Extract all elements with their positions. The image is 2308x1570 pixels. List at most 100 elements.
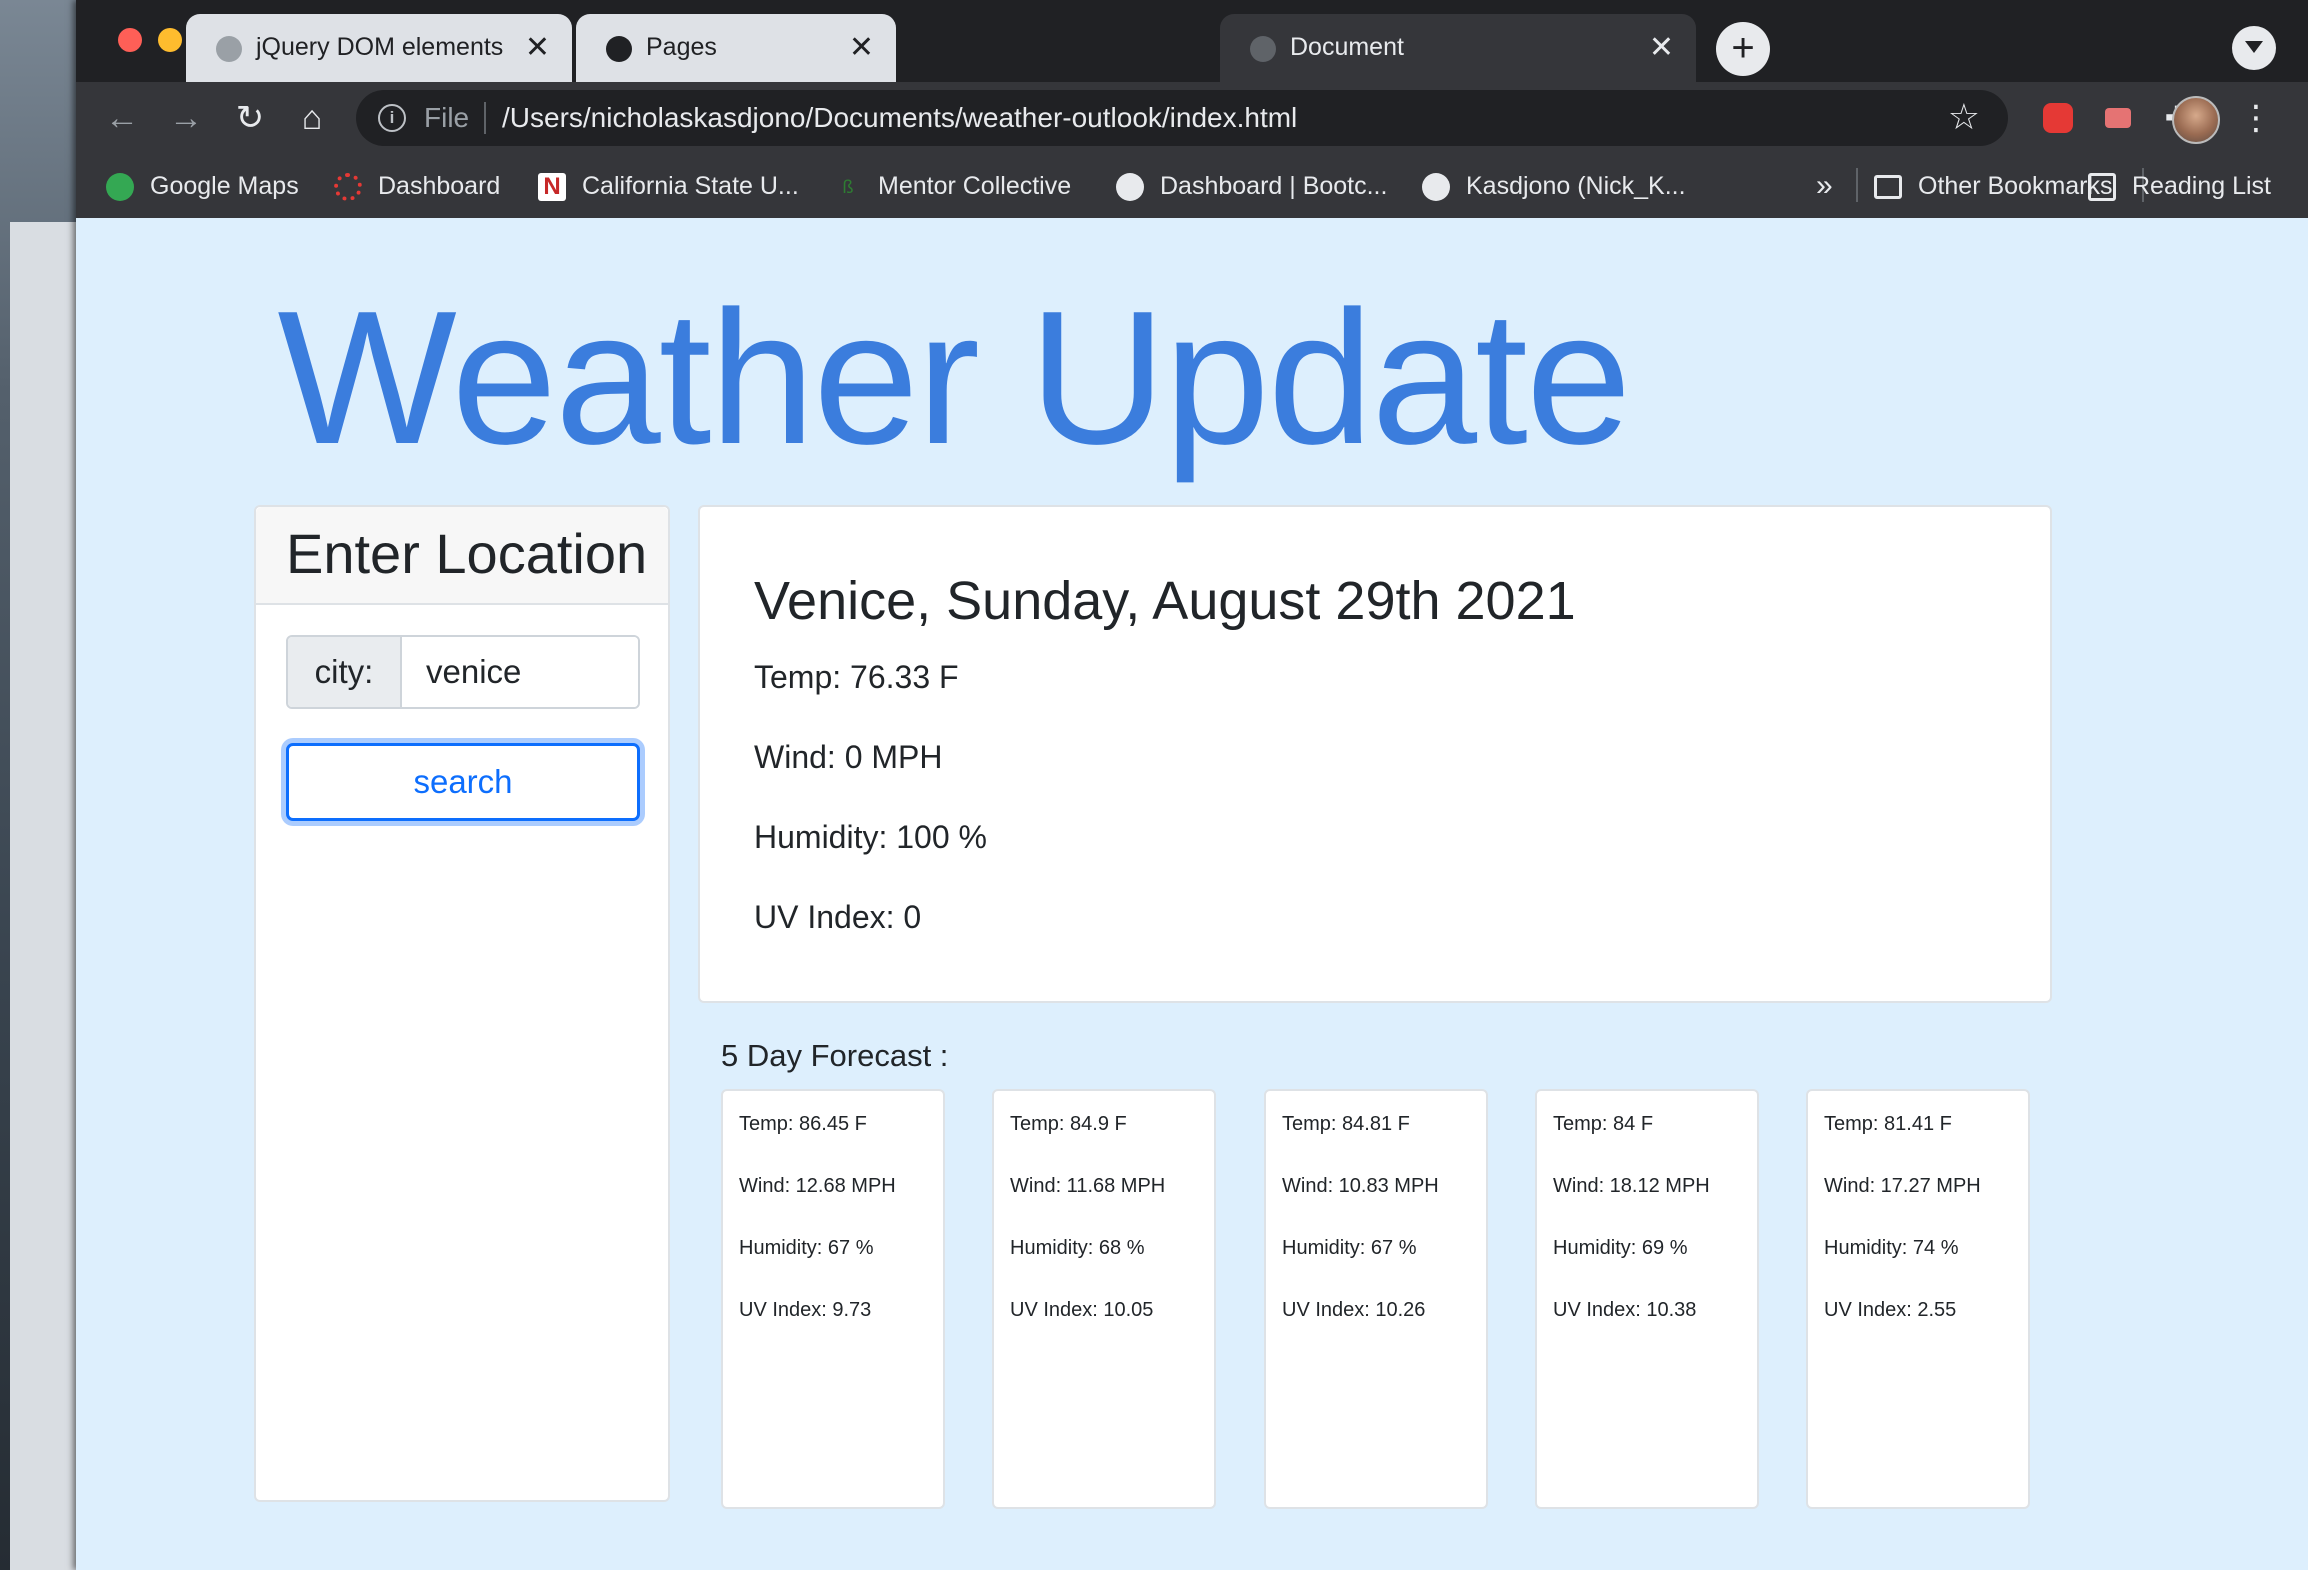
browser-toolbar: ← → ↻ ⌂ i File /Users/nicholaskasdjono/D… (76, 82, 2308, 154)
chevron-down-icon (2245, 41, 2263, 53)
globe-icon (1250, 36, 1276, 62)
forecast-humidity: Humidity: 69 % (1553, 1237, 1688, 1259)
forecast-temp: Temp: 86.45 F (739, 1113, 867, 1135)
background-window (10, 222, 78, 1570)
bookmarks-overflow-button[interactable]: » (1816, 166, 1833, 206)
bookmark-google-maps[interactable]: Google Maps (106, 166, 299, 206)
dashboard-icon (334, 173, 362, 202)
forecast-humidity: Humidity: 68 % (1010, 1237, 1145, 1259)
location-heading: Enter Location (286, 522, 648, 585)
forecast-card: Temp: 84 F Wind: 18.12 MPH Humidity: 69 … (1535, 1089, 1759, 1509)
bookmark-star-icon[interactable]: ☆ (1948, 96, 1980, 138)
close-tab-icon[interactable]: ✕ (849, 28, 874, 68)
bookmark-github-kasdjono[interactable]: Kasdjono (Nick_K... (1422, 166, 1686, 206)
github-icon (1422, 173, 1450, 202)
bookmark-label: Dashboard (378, 172, 501, 200)
current-wind: Wind: 0 MPH (754, 739, 943, 775)
current-weather-heading: Venice, Sunday, August 29th 2021 (754, 571, 1576, 631)
window-close-button[interactable] (118, 28, 142, 52)
tab-label: Document (1290, 33, 1404, 61)
address-bar[interactable]: i File /Users/nicholaskasdjono/Documents… (356, 90, 2008, 146)
tab-document[interactable]: Document ✕ (1220, 14, 1696, 82)
bookmark-label: Google Maps (150, 172, 299, 200)
forecast-wind: Wind: 12.68 MPH (739, 1175, 896, 1197)
url-text[interactable]: /Users/nicholaskasdjono/Documents/weathe… (502, 102, 1297, 134)
forecast-uv-index: UV Index: 10.05 (1010, 1299, 1154, 1321)
forecast-card: Temp: 84.81 F Wind: 10.83 MPH Humidity: … (1264, 1089, 1488, 1509)
forecast-humidity: Humidity: 67 % (1282, 1237, 1417, 1259)
mentor-collective-icon: ß (842, 177, 854, 198)
current-humidity: Humidity: 100 % (754, 819, 987, 855)
forecast-temp: Temp: 84.81 F (1282, 1113, 1410, 1135)
forecast-wind: Wind: 17.27 MPH (1824, 1175, 1981, 1197)
bookmark-dashboard-bootcamp[interactable]: Dashboard | Bootc... (1116, 166, 1387, 206)
globe-icon (1116, 173, 1144, 202)
current-uv-index: UV Index: 0 (754, 899, 922, 935)
info-icon[interactable]: i (378, 104, 406, 132)
forecast-card: Temp: 81.41 F Wind: 17.27 MPH Humidity: … (1806, 1089, 2030, 1509)
forecast-humidity: Humidity: 74 % (1824, 1237, 1959, 1259)
close-tab-icon[interactable]: ✕ (1649, 28, 1674, 68)
reload-button[interactable]: ↻ (226, 94, 274, 142)
tab-search-button[interactable] (2232, 26, 2276, 70)
menu-icon[interactable]: ⋮ (2236, 94, 2276, 142)
folder-icon (1874, 175, 1902, 200)
forecast-title: 5 Day Forecast : (721, 1038, 949, 1073)
back-button[interactable]: ← (98, 94, 146, 142)
web-page: Weather Update Enter Location city: sear… (76, 218, 2308, 1570)
bookmark-dashboard[interactable]: Dashboard (334, 166, 500, 206)
current-temp: Temp: 76.33 F (754, 659, 959, 695)
bookmark-california-state[interactable]: N California State U... (538, 166, 799, 206)
forecast-card: Temp: 86.45 F Wind: 12.68 MPH Humidity: … (721, 1089, 945, 1509)
browser-window: jQuery DOM elements ✕ Pages ✕ Document ✕… (76, 0, 2308, 1570)
tab-label: jQuery DOM elements (256, 33, 504, 61)
bookmark-label: Reading List (2132, 172, 2271, 200)
forecast-humidity: Humidity: 67 % (739, 1237, 874, 1259)
csun-icon: N (538, 173, 566, 202)
close-tab-icon[interactable]: ✕ (525, 28, 550, 68)
divider (484, 102, 486, 134)
forecast-uv-index: UV Index: 10.26 (1282, 1299, 1426, 1321)
city-input-group: city: (286, 635, 640, 709)
other-bookmarks-folder[interactable]: Other Bookmarks (1874, 166, 2113, 206)
location-card: Enter Location city: search (254, 505, 670, 1502)
bookmark-label: California State U... (582, 172, 799, 200)
forecast-temp: Temp: 81.41 F (1824, 1113, 1952, 1135)
forecast-wind: Wind: 10.83 MPH (1282, 1175, 1439, 1197)
city-input[interactable] (402, 637, 638, 707)
bookmark-label: Dashboard | Bootc... (1160, 172, 1388, 200)
reading-list-button[interactable]: Reading List (2088, 166, 2271, 206)
window-minimize-button[interactable] (158, 28, 182, 52)
bookmark-label: Other Bookmarks (1918, 172, 2113, 200)
scheme-label: File (424, 102, 470, 133)
bookmark-label: Kasdjono (Nick_K... (1466, 172, 1686, 200)
forecast-card: Temp: 84.9 F Wind: 11.68 MPH Humidity: 6… (992, 1089, 1216, 1509)
search-button[interactable]: search (286, 743, 640, 821)
google-maps-icon (106, 173, 134, 202)
forward-button[interactable]: → (162, 94, 210, 142)
tab-pages[interactable]: Pages ✕ (576, 14, 896, 82)
forecast-uv-index: UV Index: 2.55 (1824, 1299, 1957, 1321)
forecast-wind: Wind: 18.12 MPH (1553, 1175, 1710, 1197)
tab-strip: jQuery DOM elements ✕ Pages ✕ Document ✕… (76, 0, 2308, 82)
profile-avatar[interactable] (2172, 96, 2220, 144)
forecast-uv-index: UV Index: 9.73 (739, 1299, 872, 1321)
forecast-uv-index: UV Index: 10.38 (1553, 1299, 1697, 1321)
divider (1856, 168, 1858, 202)
tab-label: Pages (646, 33, 717, 61)
forecast-wind: Wind: 11.68 MPH (1010, 1175, 1166, 1197)
globe-icon (216, 36, 242, 62)
tab-jquery-dom-elements[interactable]: jQuery DOM elements ✕ (186, 14, 572, 82)
city-prefix-label: city: (288, 637, 402, 707)
home-button[interactable]: ⌂ (288, 94, 336, 142)
bookmark-label: Mentor Collective (878, 172, 1072, 200)
camera-extension-icon[interactable] (2094, 94, 2142, 142)
github-icon (606, 36, 632, 62)
new-tab-button[interactable]: + (1716, 22, 1770, 76)
reading-list-icon (2088, 173, 2116, 202)
stop-extension-icon[interactable] (2034, 94, 2082, 142)
bookmarks-bar: Google Maps Dashboard N California State … (76, 154, 2308, 218)
bookmark-mentor-collective[interactable]: ß Mentor Collective (834, 166, 1072, 206)
forecast-temp: Temp: 84 F (1553, 1113, 1654, 1135)
forecast-temp: Temp: 84.9 F (1010, 1113, 1127, 1135)
